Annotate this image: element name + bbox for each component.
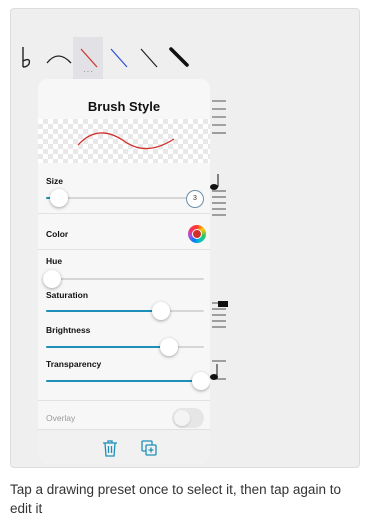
preset-arc[interactable] [43, 37, 73, 79]
brush-stroke-preview [77, 132, 175, 150]
blue-line-icon [110, 48, 128, 68]
selected-dots: ··· [83, 67, 94, 76]
overlay-toggle[interactable] [172, 408, 204, 428]
divider [38, 249, 210, 250]
hue-slider[interactable] [43, 270, 204, 288]
transparency-fill [46, 380, 201, 382]
brightness-slider[interactable] [46, 338, 204, 356]
duplicate-icon [141, 440, 157, 456]
overlay-label: Overlay [46, 413, 76, 423]
hue-slider-knob[interactable] [43, 270, 62, 288]
preset-thick-line[interactable] [163, 37, 193, 79]
caption-text: Tap a drawing preset once to select it, … [10, 482, 341, 516]
brightness-fill [46, 346, 170, 348]
brightness-slider-knob[interactable] [160, 338, 179, 356]
color-wheel-icon[interactable] [188, 225, 206, 243]
panel-footer [38, 429, 210, 464]
transparency-slider[interactable] [46, 372, 210, 390]
brush-style-panel: Brush Style Size 3 Color Hue Saturation … [38, 79, 210, 464]
music-score-background [210, 100, 228, 380]
size-label: Size [46, 176, 64, 186]
current-color-swatch [192, 229, 202, 239]
preset-blue-line[interactable] [103, 37, 133, 79]
delete-preset-button[interactable] [100, 438, 120, 458]
panel-title: Brush Style [87, 99, 161, 114]
preset-toolbar: ··· [11, 37, 223, 79]
saturation-fill [46, 310, 162, 312]
brightness-label: Brightness [46, 325, 91, 335]
trash-icon [103, 440, 117, 457]
divider [38, 400, 210, 401]
black-line-icon [140, 48, 158, 68]
preset-black-line[interactable] [133, 37, 163, 79]
duplicate-preset-button[interactable] [139, 438, 159, 458]
flat-sign-icon [22, 47, 31, 68]
saturation-label: Saturation [46, 290, 89, 300]
transparency-slider-knob[interactable] [191, 372, 210, 390]
color-label: Color [46, 229, 69, 239]
saturation-slider-knob[interactable] [152, 302, 171, 320]
overlay-toggle-knob [174, 410, 190, 426]
preset-red-line[interactable]: ··· [73, 37, 103, 79]
hue-label: Hue [46, 256, 63, 266]
brush-preview [38, 119, 210, 163]
size-slider[interactable] [46, 189, 204, 207]
divider [38, 213, 210, 214]
size-value-badge: 3 [186, 190, 204, 208]
thick-line-icon [169, 47, 189, 67]
arc-line-icon [46, 55, 72, 64]
transparency-label: Transparency [46, 359, 102, 369]
preset-flat[interactable] [11, 37, 41, 79]
size-slider-knob[interactable] [49, 189, 68, 207]
saturation-slider[interactable] [46, 302, 204, 320]
screenshot-card: ··· Brush Style Size 3 Color Hue Saturat… [10, 8, 360, 468]
